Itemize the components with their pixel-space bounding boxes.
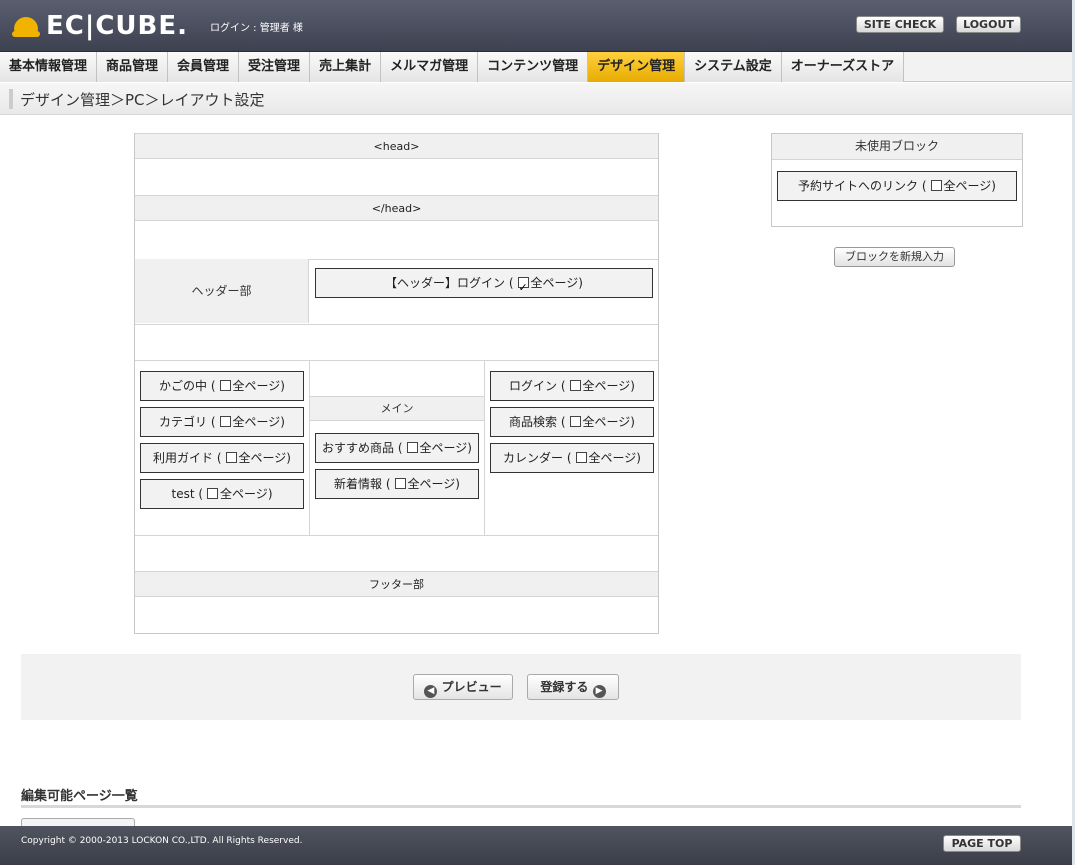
nav-item-members[interactable]: 会員管理 bbox=[168, 52, 240, 82]
preview-button[interactable]: ◀ プレビュー bbox=[413, 674, 513, 700]
all-pages-checkbox[interactable] bbox=[219, 380, 231, 391]
cube-logo-icon bbox=[12, 13, 40, 39]
nav-item-design[interactable]: デザイン管理 bbox=[588, 52, 686, 82]
nav-item-owners-store[interactable]: オーナーズストア bbox=[781, 52, 905, 82]
all-pages-checkbox[interactable] bbox=[569, 380, 581, 391]
logo[interactable]: EC|CUBE. bbox=[12, 11, 188, 41]
layout-block-search[interactable]: 商品検索 (全ページ) bbox=[490, 407, 654, 437]
main-nav: 基本情報管理 商品管理 会員管理 受注管理 売上集計 メルマガ管理 コンテンツ管… bbox=[0, 52, 1075, 82]
layout-block-login[interactable]: ログイン (全ページ) bbox=[490, 371, 654, 401]
site-check-button[interactable]: SITE CHECK bbox=[856, 16, 944, 33]
nav-item-sales[interactable]: 売上集計 bbox=[310, 52, 382, 82]
all-pages-checkbox[interactable] bbox=[517, 274, 529, 302]
layout-block-news[interactable]: 新着情報 (全ページ) bbox=[315, 469, 479, 499]
all-pages-checkbox[interactable] bbox=[930, 180, 942, 191]
all-pages-checkbox[interactable] bbox=[406, 442, 418, 453]
all-pages-checkbox[interactable] bbox=[207, 488, 219, 499]
nav-item-mailmag[interactable]: メルマガ管理 bbox=[381, 52, 479, 82]
unused-blocks-title: 未使用ブロック bbox=[772, 134, 1022, 160]
new-block-button[interactable]: ブロックを新規入力 bbox=[834, 247, 955, 267]
all-pages-checkbox[interactable] bbox=[219, 416, 231, 427]
nav-item-system[interactable]: システム設定 bbox=[685, 52, 782, 82]
layout-block-recommend[interactable]: おすすめ商品 (全ページ) bbox=[315, 433, 479, 463]
copyright: Copyright © 2000-2013 LOCKON CO.,LTD. Al… bbox=[21, 836, 303, 846]
logo-text: EC|CUBE. bbox=[46, 11, 188, 41]
unused-blocks-panel: 未使用ブロック 予約サイトへのリンク (全ページ) bbox=[771, 133, 1023, 227]
footer: Copyright © 2000-2013 LOCKON CO.,LTD. Al… bbox=[0, 826, 1075, 865]
editable-pages-title: 編集可能ページ一覧 bbox=[21, 789, 138, 804]
footer-section-row: フッター部 bbox=[135, 571, 658, 597]
header-section-label: ヘッダー部 bbox=[135, 259, 309, 323]
page-top-button[interactable]: PAGE TOP bbox=[943, 835, 1021, 852]
nav-item-orders[interactable]: 受注管理 bbox=[239, 52, 311, 82]
action-bar: ◀ プレビュー 登録する ▶ bbox=[21, 654, 1021, 720]
main-section-label: メイン bbox=[310, 396, 484, 421]
layout-block-header-login[interactable]: 【ヘッダー】ログイン (全ページ) bbox=[315, 268, 653, 302]
layout-block-test[interactable]: test (全ページ) bbox=[140, 479, 304, 509]
nav-item-basic[interactable]: 基本情報管理 bbox=[0, 52, 98, 82]
all-pages-checkbox[interactable] bbox=[569, 416, 581, 427]
block-name: 【ヘッダー】ログイン bbox=[385, 276, 506, 290]
all-pages-checkbox[interactable] bbox=[225, 452, 237, 463]
page-title-bar: デザイン管理＞PC＞レイアウト設定 bbox=[0, 83, 1075, 115]
all-pages-checkbox[interactable] bbox=[575, 452, 587, 463]
layout-block-category[interactable]: カテゴリ (全ページ) bbox=[140, 407, 304, 437]
arrow-left-icon: ◀ bbox=[424, 685, 438, 698]
layout-editor: <head> </head> ヘッダー部 【ヘッダー】ログイン (全ページ) か… bbox=[134, 133, 659, 634]
head-open-row: <head> bbox=[135, 133, 658, 159]
layout-block-calendar[interactable]: カレンダー (全ページ) bbox=[490, 443, 654, 473]
section-divider bbox=[21, 805, 1021, 808]
register-button[interactable]: 登録する ▶ bbox=[527, 674, 619, 700]
nav-item-contents[interactable]: コンテンツ管理 bbox=[478, 52, 589, 82]
page-title: デザイン管理＞PC＞レイアウト設定 bbox=[20, 91, 265, 109]
layout-block-guide[interactable]: 利用ガイド (全ページ) bbox=[140, 443, 304, 473]
arrow-right-icon: ▶ bbox=[592, 685, 606, 698]
all-pages-checkbox[interactable] bbox=[394, 478, 406, 489]
logout-button[interactable]: LOGOUT bbox=[956, 16, 1021, 33]
layout-block-reservation-link[interactable]: 予約サイトへのリンク (全ページ) bbox=[777, 171, 1017, 201]
login-info: ログイン : 管理者 様 bbox=[210, 23, 303, 34]
top-header: EC|CUBE. ログイン : 管理者 様 SITE CHECK LOGOUT bbox=[0, 0, 1075, 52]
head-close-row: </head> bbox=[135, 195, 658, 221]
title-marker bbox=[9, 89, 13, 109]
nav-item-products[interactable]: 商品管理 bbox=[97, 52, 169, 82]
layout-block-cart[interactable]: かごの中 (全ページ) bbox=[140, 371, 304, 401]
